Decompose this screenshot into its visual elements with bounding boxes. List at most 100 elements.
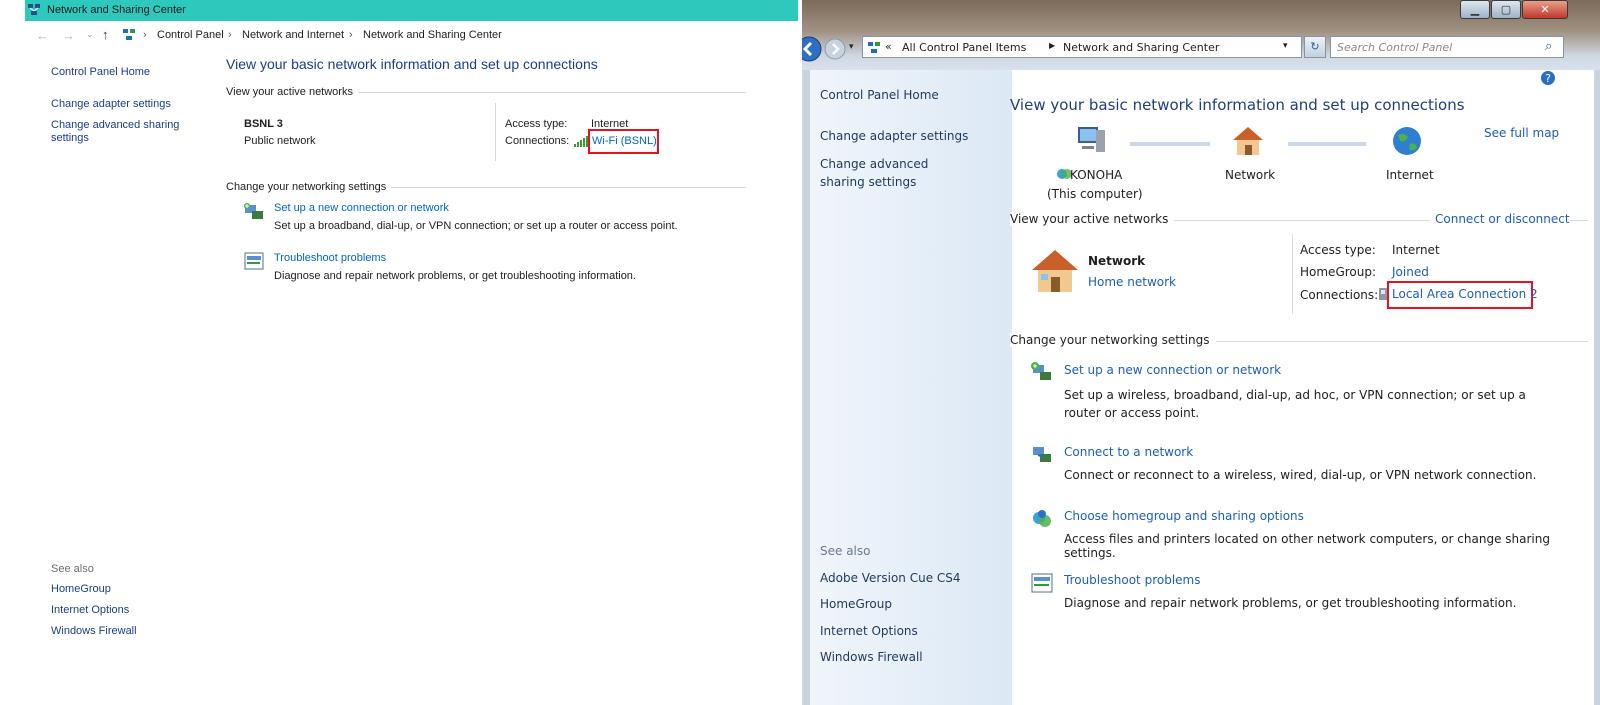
breadcrumb-item-network-sharing[interactable]: Network and Sharing Center [1063,41,1219,54]
connections-label: Connections: [1300,288,1379,302]
network-type: Public network [244,135,316,147]
homegroup-link[interactable]: HomeGroup [51,583,111,595]
refresh-icon[interactable]: ↻ [1304,36,1326,58]
setup-connection-link[interactable]: Set up a new connection or network [274,202,449,214]
network-name: Network [1088,254,1146,268]
windows-firewall-link[interactable]: Windows Firewall [51,625,137,637]
adobe-version-cue-link[interactable]: Adobe Version Cue CS4 [820,571,961,585]
troubleshoot-icon [1031,573,1053,593]
local-area-connection-link[interactable]: Local Area Connection 2 [1392,287,1538,301]
connect-network-desc: Connect or reconnect to a wireless, wire… [1064,468,1537,482]
homegroup-label: HomeGroup: [1300,265,1377,279]
troubleshoot-link[interactable]: Troubleshoot problems [274,252,386,264]
troubleshoot-link[interactable]: Troubleshoot problems [1064,573,1200,587]
change-advanced-sharing-link[interactable]: Change advanced sharing settings [820,155,970,191]
right-sidebar: Control Panel Home Change adapter settin… [810,70,1012,705]
control-panel-home-link[interactable]: Control Panel Home [51,66,150,78]
window-frame-left [802,70,810,705]
connect-network-link[interactable]: Connect to a network [1064,445,1193,459]
computer-name: KONOHA [1070,168,1123,182]
access-type-value: Internet [1392,243,1440,257]
control-panel-icon [867,40,881,54]
windows-firewall-link[interactable]: Windows Firewall [820,650,923,664]
address-dropdown-icon[interactable]: ▾ [1283,41,1288,51]
connect-network-icon [1030,443,1054,465]
computer-icon [1074,124,1108,158]
win10-network-center-window: Network and Sharing Center ← → ⌄ ↑ › Con… [0,0,798,705]
see-also-label: See also [51,563,94,575]
search-icon[interactable]: ⌕ [1545,39,1552,54]
new-connection-icon [243,202,265,222]
change-settings-label: Change your networking settings [226,181,392,193]
home-network-link[interactable]: Home network [1088,275,1176,289]
close-button[interactable]: ✕ [1522,0,1568,19]
breadcrumb-item-all-items[interactable]: All Control Panel Items [902,41,1026,54]
forward-arrow-icon[interactable]: → [62,28,75,43]
change-advanced-sharing-link[interactable]: Change advanced sharing settings [51,119,191,145]
homegroup-joined-link[interactable]: Joined [1392,265,1429,279]
computer-subtitle: (This computer) [1047,187,1143,201]
help-icon[interactable]: ? [1540,70,1556,86]
troubleshoot-icon [244,252,264,270]
up-arrow-icon[interactable]: ↑ [102,27,109,42]
vertical-divider [495,103,496,161]
search-placeholder: Search Control Panel [1337,41,1453,54]
breadcrumb-separator-icon: › [228,29,232,41]
network-name: BSNL 3 [244,118,283,130]
recent-dropdown-icon[interactable]: ⌄ [86,29,94,40]
maximize-button[interactable]: ▢ [1491,0,1521,19]
minimize-button[interactable]: ▁ [1460,0,1490,19]
network-label: Network [1225,168,1276,182]
overflow-chevron-icon[interactable]: « [885,40,892,53]
see-full-map-link[interactable]: See full map [1484,126,1559,140]
address-box[interactable]: « All Control Panel Items ▶ Network and … [862,36,1302,58]
setup-connection-link[interactable]: Set up a new connection or network [1064,363,1281,377]
troubleshoot-desc: Diagnose and repair network problems, or… [1064,596,1517,610]
change-adapter-settings-link[interactable]: Change adapter settings [51,98,171,110]
homegroup-sharing-desc: Access files and printers located on oth… [1064,532,1550,560]
new-connection-icon [1030,361,1054,383]
homegroup-link[interactable]: HomeGroup [820,597,892,611]
see-also-label: See also [820,544,871,558]
page-title: View your basic network information and … [1010,96,1465,114]
window-title: Network and Sharing Center [47,4,186,16]
network-center-icon [27,3,41,17]
search-box[interactable]: Search Control Panel ⌕ [1330,36,1564,58]
breadcrumb-item-network-sharing[interactable]: Network and Sharing Center [363,29,502,41]
internet-options-link[interactable]: Internet Options [820,624,918,638]
change-adapter-settings-link[interactable]: Change adapter settings [820,129,968,143]
map-link-line [1288,142,1366,146]
svg-text:?: ? [1545,72,1551,85]
breadcrumb-separator-icon: › [143,29,147,41]
back-button-icon[interactable] [802,36,822,62]
vertical-divider [1292,234,1293,314]
breadcrumb-item-network-internet[interactable]: Network and Internet [242,29,344,41]
internet-options-link[interactable]: Internet Options [51,604,129,616]
breadcrumb-separator-icon: ▶ [1049,41,1056,50]
connections-label: Connections: [505,135,570,147]
access-type-label: Access type: [1300,243,1376,257]
main-content: ? View your basic network information an… [1010,70,1594,705]
homegroup-sharing-link[interactable]: Choose homegroup and sharing options [1064,509,1304,523]
breadcrumb-item-control-panel[interactable]: Control Panel [157,29,224,41]
internet-globe-icon [1390,124,1424,158]
access-type-label: Access type: [505,118,568,130]
control-panel-home-link[interactable]: Control Panel Home [820,88,939,102]
internet-label: Internet [1386,168,1434,182]
wifi-signal-icon [574,134,588,147]
forward-button-icon[interactable] [824,38,846,60]
window-frame-right [1594,70,1600,705]
network-house-icon [1231,124,1265,158]
active-networks-label: View your active networks [1010,212,1175,226]
change-settings-label: Change your networking settings [1010,333,1216,347]
troubleshoot-desc: Diagnose and repair network problems, or… [274,270,636,282]
history-dropdown-icon[interactable]: ▾ [849,42,854,52]
breadcrumb-separator-icon: › [349,29,353,41]
setup-connection-desc: Set up a broadband, dial-up, or VPN conn… [274,220,678,232]
back-arrow-icon[interactable]: ← [36,28,49,43]
wifi-connection-link[interactable]: Wi-Fi (BSNL) [592,135,657,147]
connect-disconnect-link[interactable]: Connect or disconnect [1430,212,1570,226]
address-bar: ← → ⌄ ↑ › Control Panel › Network and In… [0,25,798,47]
win7-network-center-window: ▁ ▢ ✕ ▾ « All Control Panel Items ▶ Netw… [802,0,1600,705]
active-networks-label: View your active networks [226,86,358,98]
